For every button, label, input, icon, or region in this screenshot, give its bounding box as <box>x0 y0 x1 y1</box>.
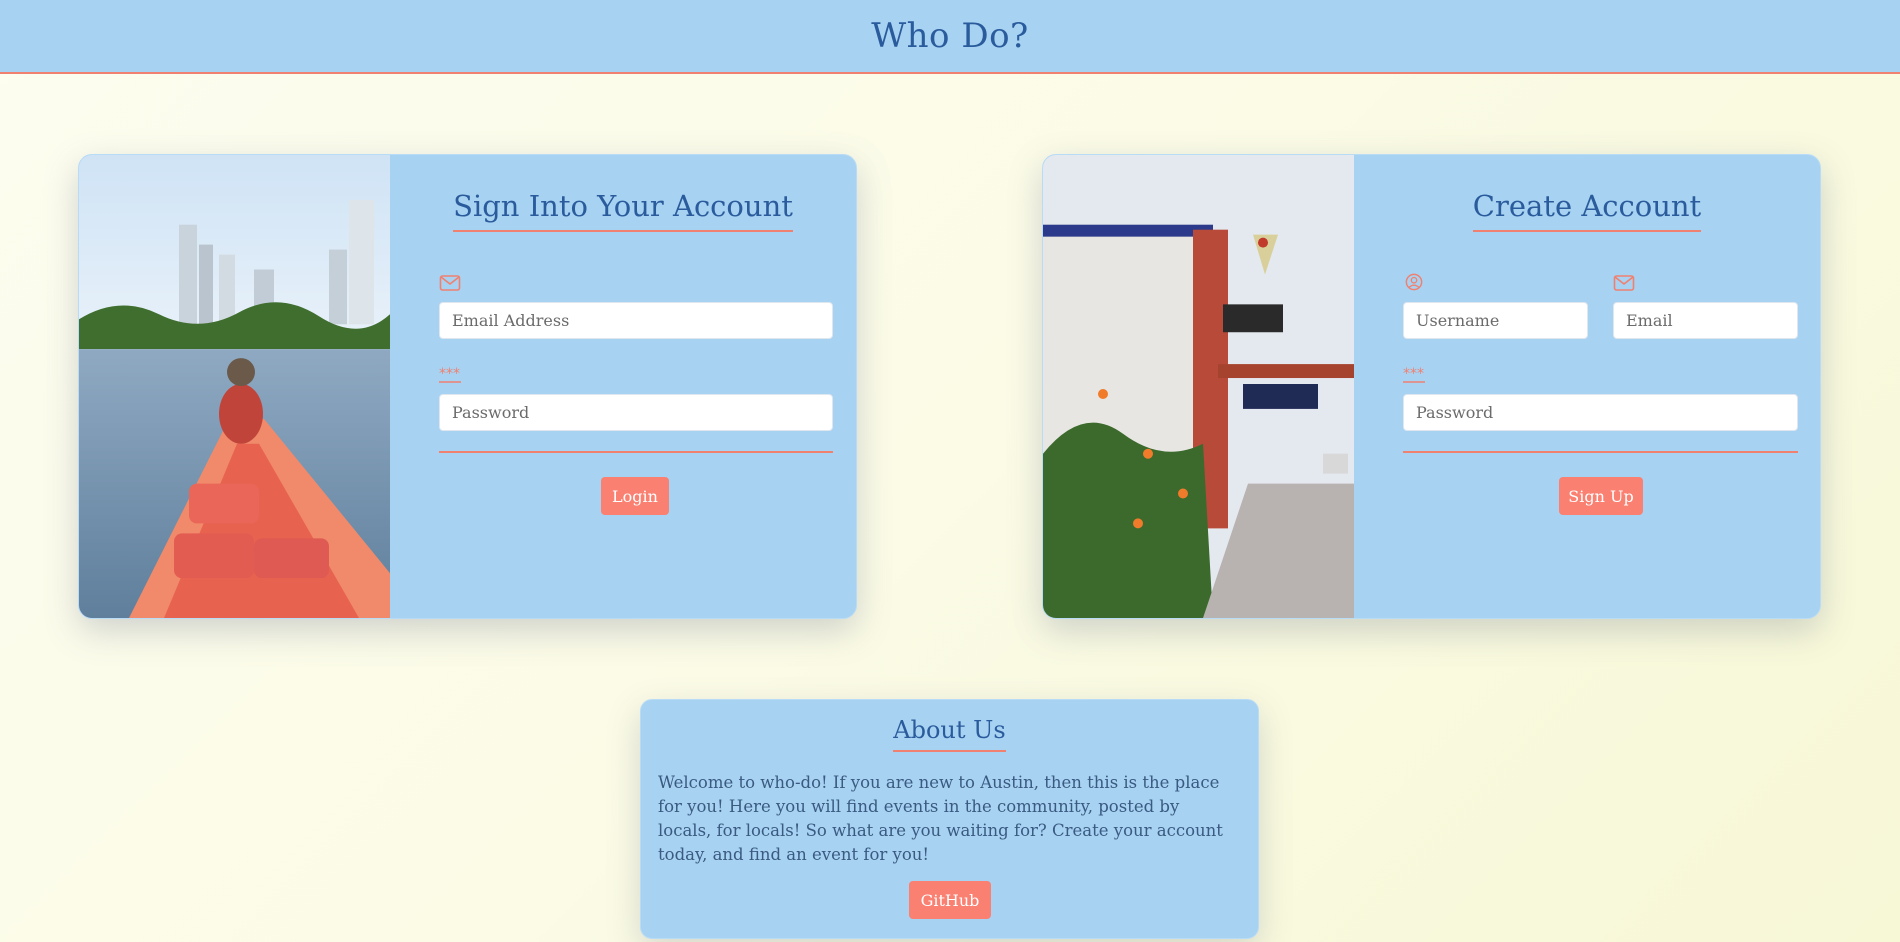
login-password-input[interactable] <box>439 394 833 431</box>
asterisks-icon: *** <box>439 366 461 384</box>
login-title: Sign Into Your Account <box>390 189 856 232</box>
signup-email-input[interactable] <box>1613 302 1798 339</box>
login-divider <box>439 451 833 453</box>
svg-text:***: *** <box>439 366 460 382</box>
login-email-input[interactable] <box>439 302 833 339</box>
kayak-dog-photo <box>79 155 390 618</box>
svg-text:***: *** <box>1403 366 1424 382</box>
login-button[interactable]: Login <box>601 477 669 515</box>
signup-card: Create Account *** Sign Up <box>1042 154 1821 619</box>
about-title: About Us <box>641 716 1258 752</box>
login-form: Sign Into Your Account *** Login <box>390 155 856 618</box>
site-title: Who Do? <box>871 16 1029 56</box>
signup-password-input[interactable] <box>1403 394 1798 431</box>
envelope-icon <box>439 274 461 292</box>
signup-title: Create Account <box>1354 189 1820 232</box>
ah-sing-den-photo <box>1043 155 1354 618</box>
asterisks-icon: *** <box>1403 366 1425 384</box>
login-card: Sign Into Your Account *** Login <box>78 154 857 619</box>
signup-form: Create Account *** Sign Up <box>1354 155 1820 618</box>
about-text: Welcome to who-do! If you are new to Aus… <box>658 773 1223 864</box>
github-button[interactable]: GitHub <box>909 881 991 919</box>
user-circle-icon <box>1403 273 1425 291</box>
signup-divider <box>1403 451 1798 453</box>
envelope-icon <box>1613 274 1635 292</box>
site-header: Who Do? <box>0 0 1900 74</box>
signup-button[interactable]: Sign Up <box>1559 477 1643 515</box>
about-us-card: About Us Welcome to who-do! If you are n… <box>640 699 1259 939</box>
signup-username-input[interactable] <box>1403 302 1588 339</box>
